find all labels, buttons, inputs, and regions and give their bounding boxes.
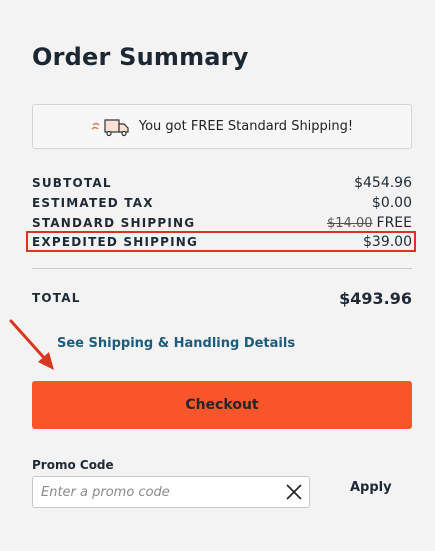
summary-divider	[32, 268, 412, 269]
checkout-button[interactable]: Checkout	[32, 381, 412, 429]
tax-value: $0.00	[371, 195, 412, 211]
shipping-banner-text: You got FREE Standard Shipping!	[138, 119, 354, 134]
subtotal-row: SUBTOTAL $454.96	[32, 173, 412, 193]
close-icon[interactable]	[285, 483, 303, 505]
page-title: Order Summary	[32, 43, 249, 71]
total-label: TOTAL	[32, 291, 81, 305]
subtotal-value: $454.96	[354, 175, 412, 191]
shipping-banner: You got FREE Standard Shipping!	[32, 104, 412, 149]
promo-code-field	[32, 476, 310, 508]
expedited-shipping-value: $39.00	[363, 234, 412, 250]
promo-code-label: Promo Code	[32, 458, 114, 472]
promo-code-input[interactable]	[33, 483, 279, 501]
subtotal-label: SUBTOTAL	[32, 176, 112, 190]
standard-shipping-price: $14.00 FREE	[327, 215, 412, 231]
standard-shipping-row: STANDARD SHIPPING $14.00 FREE	[32, 213, 412, 233]
standard-shipping-label: STANDARD SHIPPING	[32, 216, 196, 230]
tax-label: ESTIMATED TAX	[32, 196, 154, 210]
tax-row: ESTIMATED TAX $0.00	[32, 193, 412, 213]
truck-icon	[91, 117, 131, 137]
standard-shipping-value: FREE	[376, 215, 412, 231]
arrow-icon	[8, 318, 58, 378]
apply-promo-button[interactable]: Apply	[350, 480, 392, 495]
total-value: $493.96	[339, 288, 412, 308]
expedited-shipping-label: EXPEDITED SHIPPING	[32, 235, 199, 249]
shipping-details-link[interactable]: See Shipping & Handling Details	[57, 336, 295, 351]
expedited-shipping-row: EXPEDITED SHIPPING $39.00	[32, 232, 412, 252]
standard-shipping-old-price: $14.00	[327, 216, 373, 231]
total-row: TOTAL $493.96	[32, 288, 412, 308]
